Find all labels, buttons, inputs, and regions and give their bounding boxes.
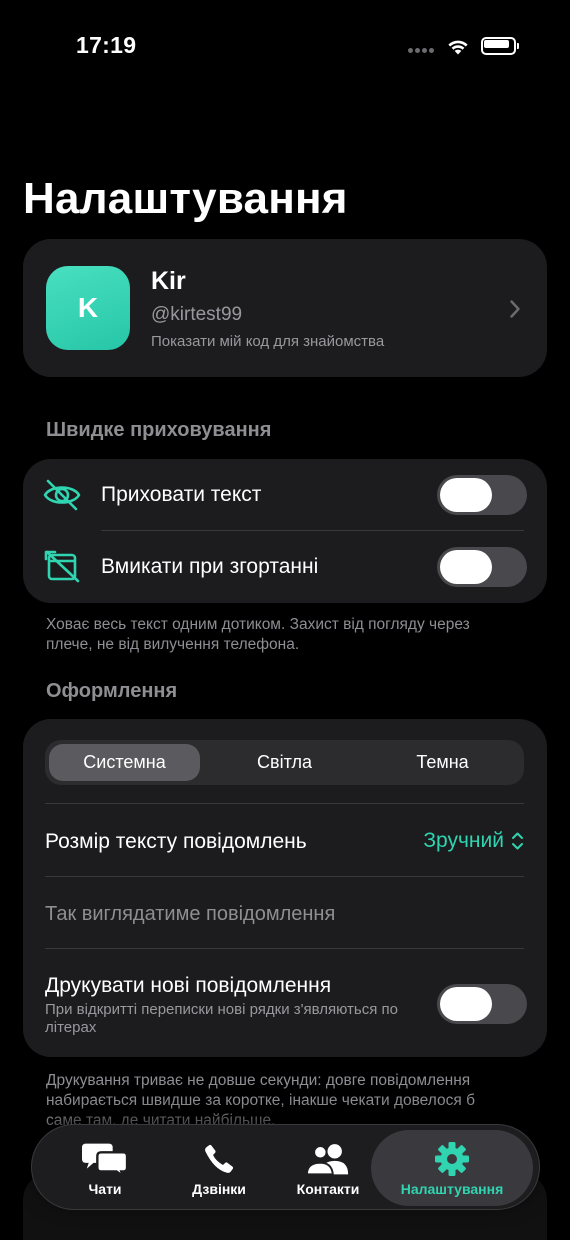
profile-qr-hint: Показати мій код для знайомства <box>151 333 385 350</box>
section-header-appearance: Оформлення <box>46 680 178 702</box>
typing-footnote: Друкування триває не довше секунди: довг… <box>46 1072 475 1129</box>
appearance-card: Системна Світла Темна Розмір тексту пові… <box>23 719 547 1057</box>
cellular-signal-icon <box>408 48 436 54</box>
page-title: Налаштування <box>23 174 348 223</box>
status-bar: 17:19 <box>0 0 570 92</box>
profile-name: Kir <box>151 267 186 295</box>
tab-calls[interactable]: Дзвінки <box>160 1130 278 1206</box>
message-preview: Так виглядатиме повідомлення <box>45 903 336 925</box>
tab-bar: Чати Дзвінки Контакти Налаштування <box>31 1124 540 1210</box>
people-icon <box>305 1140 351 1178</box>
eye-slash-icon <box>43 479 81 511</box>
hide-text-toggle[interactable] <box>437 475 527 515</box>
tab-contacts-label: Контакти <box>296 1180 360 1197</box>
hide-on-background-label: Вмикати при згортанні <box>101 555 319 578</box>
typing-animation-label: Друкувати нові повідомлення <box>45 974 332 997</box>
typing-animation-toggle[interactable] <box>437 984 527 1024</box>
battery-icon <box>481 37 519 55</box>
wifi-icon <box>446 37 470 55</box>
theme-option-dark[interactable]: Темна <box>367 744 518 781</box>
theme-segmented-control: Системна Світла Темна <box>45 740 524 785</box>
tab-chats-label: Чати <box>88 1180 122 1197</box>
row-divider <box>101 530 524 531</box>
text-size-picker[interactable]: Зручний <box>423 829 524 853</box>
hide-text-label: Приховати текст <box>101 483 262 506</box>
hide-on-background-toggle[interactable] <box>437 547 527 587</box>
row-divider <box>45 803 524 804</box>
tab-settings-label: Налаштування <box>400 1180 504 1197</box>
chevron-up-down-icon <box>512 832 523 850</box>
tab-settings[interactable]: Налаштування <box>371 1130 533 1206</box>
tab-chats[interactable]: Чати <box>46 1130 164 1206</box>
chat-bubbles-icon <box>82 1140 128 1178</box>
theme-option-system[interactable]: Системна <box>49 744 200 781</box>
row-divider <box>45 876 524 877</box>
window-slash-icon <box>44 550 80 583</box>
row-divider <box>45 948 524 949</box>
text-size-label: Розмір тексту повідомлень <box>45 830 307 853</box>
tab-calls-label: Дзвінки <box>192 1180 246 1197</box>
profile-handle: @kirtest99 <box>151 304 243 325</box>
quick-hide-footnote: Ховає весь текст одним дотиком. Захист в… <box>46 616 470 653</box>
section-header-quick-hide: Швидке приховування <box>46 419 272 441</box>
phone-icon <box>196 1140 242 1178</box>
typing-animation-description: При відкритті переписки нові рядки з'явл… <box>45 1001 398 1036</box>
status-time: 17:19 <box>76 32 137 58</box>
text-size-value: Зручний <box>423 829 504 852</box>
quick-hide-card: Приховати текст Вмикати при згортанні <box>23 459 547 603</box>
theme-option-light[interactable]: Світла <box>209 744 360 781</box>
avatar: K <box>46 266 130 350</box>
chevron-right-icon <box>510 300 520 318</box>
gear-icon <box>429 1140 475 1178</box>
profile-card[interactable]: K Kir @kirtest99 Показати мій код для зн… <box>23 239 547 377</box>
